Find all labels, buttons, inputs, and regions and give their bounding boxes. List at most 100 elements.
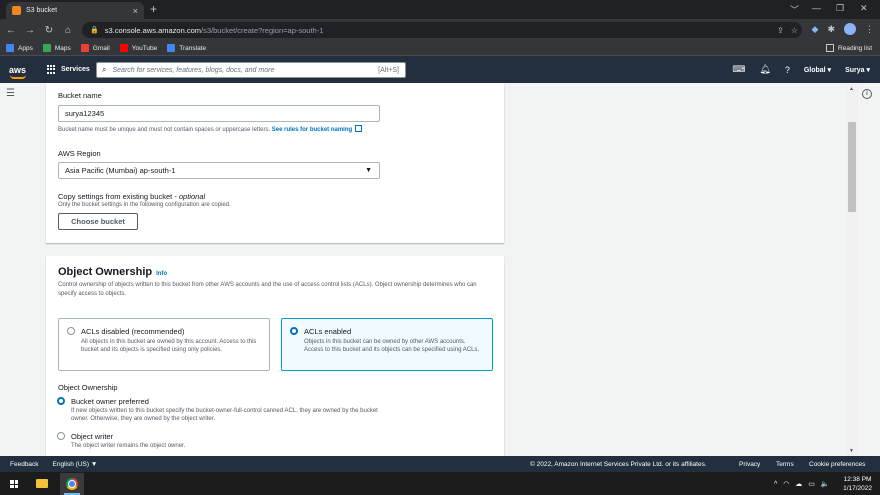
bookmark-label: Apps — [18, 44, 33, 52]
acls-enabled-radio[interactable] — [290, 327, 298, 335]
cookie-preferences-link[interactable]: Cookie preferences — [809, 461, 865, 468]
lock-icon[interactable]: 🔒 — [90, 26, 99, 34]
object-ownership-panel: Object Ownership Info Control ownership o… — [46, 256, 504, 456]
object-ownership-sub-label: Object Ownership — [58, 383, 118, 392]
new-tab-button[interactable]: + — [150, 2, 157, 16]
system-tray-icons[interactable]: ^ ◠ ☁ ▭ 🔈 — [774, 480, 832, 488]
aws-logo[interactable]: aws — [9, 65, 33, 79]
caret-down-icon: ▼ — [365, 167, 372, 174]
bookmark-star-icon[interactable]: ☆ — [791, 26, 798, 35]
forward-icon[interactable]: → — [22, 25, 38, 36]
aws-s3-favicon-icon — [12, 6, 21, 15]
bucket-owner-preferred-radio[interactable] — [57, 397, 65, 405]
object-writer-title[interactable]: Object writer — [71, 432, 113, 441]
object-ownership-description: Control ownership of objects written to … — [58, 282, 477, 297]
chrome-taskbar-icon[interactable] — [60, 473, 84, 495]
bucket-naming-rules-link[interactable]: See rules for bucket naming — [272, 127, 352, 133]
object-writer-radio[interactable] — [57, 432, 65, 440]
bucket-owner-preferred-desc: If new objects written to this bucket sp… — [71, 408, 378, 422]
info-link[interactable]: Info — [156, 271, 167, 277]
browser-menu-icon[interactable]: ⋮ — [865, 24, 874, 35]
copy-settings-label-text: Copy settings from existing bucket — [58, 192, 173, 201]
bookmark-apps[interactable]: Apps — [6, 44, 33, 52]
acls-disabled-radio[interactable] — [67, 327, 75, 335]
info-panel-icon[interactable]: i — [862, 89, 872, 99]
translate-icon — [167, 44, 176, 52]
choose-bucket-button[interactable]: Choose bucket — [58, 213, 138, 230]
windows-start-icon[interactable] — [10, 480, 18, 488]
bucket-name-input[interactable]: surya12345 — [58, 105, 380, 122]
profile-avatar[interactable] — [844, 23, 856, 35]
general-configuration-panel: Bucket name surya12345 Bucket name must … — [46, 83, 504, 243]
taskbar-clock[interactable]: 12:38 PM 1/17/2022 — [843, 475, 872, 493]
scroll-up-icon[interactable]: ▲ — [849, 86, 854, 92]
privacy-link[interactable]: Privacy — [739, 461, 760, 468]
share-icon[interactable]: ⇪ — [777, 26, 784, 35]
aws-console-nav: aws Services ⌕ Search for services, feat… — [0, 56, 880, 83]
minimize-icon[interactable]: — — [812, 3, 821, 13]
file-explorer-icon[interactable] — [36, 479, 48, 488]
feedback-link[interactable]: Feedback — [10, 461, 39, 468]
bookmark-gmail[interactable]: Gmail — [80, 44, 110, 52]
hamburger-menu-icon[interactable]: ☰ — [6, 88, 15, 99]
object-writer-desc: The object writer remains the object own… — [71, 443, 186, 449]
optional-tag: - optional — [172, 192, 206, 201]
acls-disabled-tile[interactable]: ACLs disabled (recommended) All objects … — [58, 318, 270, 371]
terms-link[interactable]: Terms — [776, 461, 794, 468]
aws-region-select[interactable]: Asia Pacific (Mumbai) ap-south-1 ▼ — [58, 162, 380, 179]
language-selector[interactable]: English (US) ▼ — [53, 461, 98, 468]
bucket-name-help-text: Bucket name must be unique and must not … — [58, 127, 271, 133]
reload-icon[interactable]: ↻ — [41, 25, 57, 36]
back-icon[interactable]: ← — [3, 25, 19, 36]
acls-enabled-title: ACLs enabled — [304, 327, 352, 336]
bookmarks-bar: Apps Maps Gmail YouTube Translate Readin… — [0, 41, 880, 56]
url-path: /s3/bucket/create?region=ap-south-1 — [201, 25, 324, 35]
object-ownership-heading: Object Ownership Info — [58, 266, 167, 278]
tab-search-icon[interactable]: ﹀ — [790, 3, 799, 16]
bucket-name-label: Bucket name — [58, 91, 102, 100]
page-scrollbar[interactable]: ▲ ▼ — [846, 84, 858, 456]
bookmark-maps[interactable]: Maps — [42, 44, 71, 52]
search-placeholder: Search for services, features, blogs, do… — [112, 66, 275, 74]
region-selector[interactable]: Global ▾ — [804, 66, 831, 74]
copy-settings-label: Copy settings from existing bucket - opt… — [58, 192, 205, 201]
browser-tab-strip: S3 bucket × + ﹀ — ❐ ✕ — [0, 0, 880, 19]
external-link-icon[interactable] — [355, 125, 363, 132]
restore-icon[interactable]: ❐ — [836, 3, 844, 14]
bookmark-label: YouTube — [131, 44, 158, 52]
address-bar[interactable]: 🔒 s3.console.aws.amazon.com/s3/bucket/cr… — [82, 22, 802, 38]
cloudshell-icon[interactable]: ⌨ — [732, 64, 745, 75]
bookmark-label: Gmail — [92, 44, 110, 52]
acls-enabled-tile[interactable]: ACLs enabled Objects in this bucket can … — [281, 318, 493, 371]
scroll-down-icon[interactable]: ▼ — [849, 448, 854, 454]
reading-list-button[interactable]: Reading list — [826, 44, 872, 52]
bucket-owner-preferred-title[interactable]: Bucket owner preferred — [71, 397, 149, 406]
close-window-icon[interactable]: ✕ — [860, 3, 868, 14]
console-search-input[interactable]: ⌕ Search for services, features, blogs, … — [96, 62, 406, 78]
object-ownership-title: Object Ownership — [58, 266, 153, 278]
notifications-bell-icon[interactable]: 🔔︎ — [759, 64, 770, 75]
services-grid-icon — [47, 65, 56, 74]
acls-disabled-title: ACLs disabled (recommended) — [81, 327, 185, 336]
bookmark-youtube[interactable]: YouTube — [119, 44, 158, 52]
tab-close-icon[interactable]: × — [133, 6, 138, 16]
extension-icon[interactable]: ◆ — [812, 24, 819, 35]
services-menu-button[interactable]: Services — [47, 65, 90, 74]
youtube-icon — [119, 44, 128, 52]
browser-tab[interactable]: S3 bucket × — [6, 2, 144, 19]
gmail-icon — [80, 44, 89, 52]
scrollbar-thumb[interactable] — [848, 122, 856, 212]
clock-date: 1/17/2022 — [843, 485, 872, 492]
maps-icon — [42, 44, 51, 52]
reading-list-icon — [826, 44, 835, 52]
acls-enabled-desc: Objects in this bucket can be owned by o… — [304, 339, 480, 353]
apps-grid-icon — [6, 44, 14, 52]
aws-region-label: AWS Region — [58, 149, 101, 158]
extensions-puzzle-icon[interactable]: ✱ — [827, 24, 835, 35]
bookmark-translate[interactable]: Translate — [167, 44, 206, 52]
help-icon[interactable]: ? — [785, 65, 790, 75]
account-menu[interactable]: Surya ▾ — [845, 66, 870, 74]
search-icon: ⌕ — [102, 65, 107, 74]
home-icon[interactable]: ⌂ — [60, 25, 76, 36]
region-select-value: Asia Pacific (Mumbai) ap-south-1 — [65, 166, 176, 175]
